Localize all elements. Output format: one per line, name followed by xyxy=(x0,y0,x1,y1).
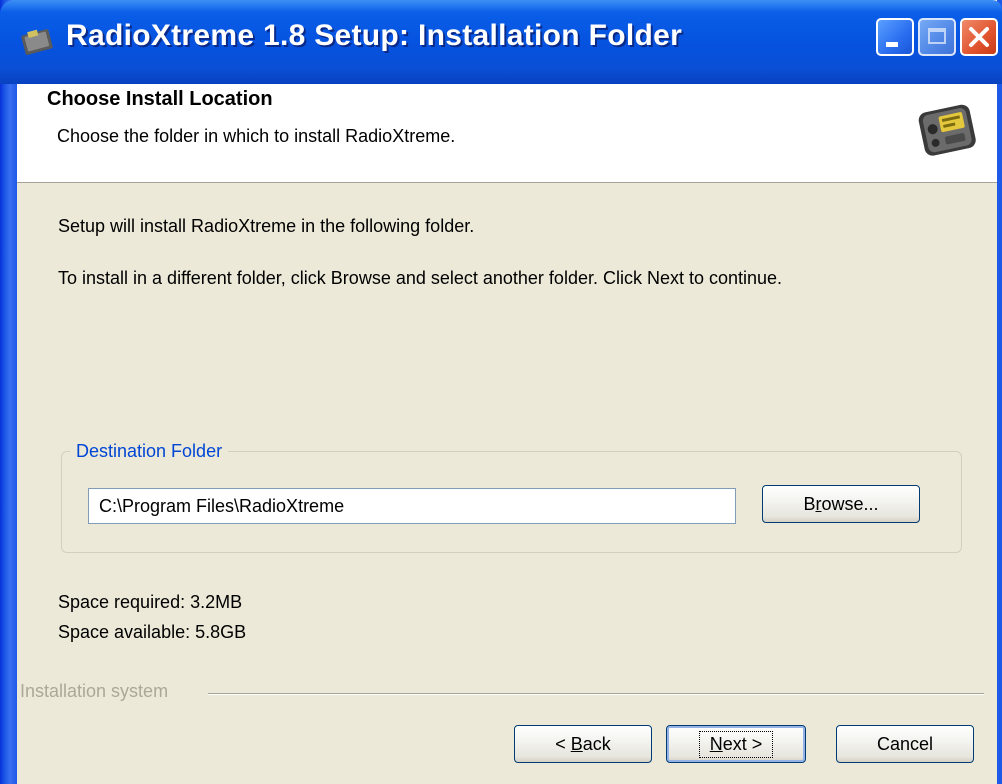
back-button[interactable]: < Back xyxy=(514,725,652,763)
destination-folder-label: Destination Folder xyxy=(70,441,229,462)
installation-system-label: Installation system xyxy=(20,681,169,701)
window-frame-left xyxy=(0,0,17,784)
cancel-label: Cancel xyxy=(876,733,934,754)
window-title: RadioXtreme 1.8 Setup: Installation Fold… xyxy=(66,19,683,52)
browse-button[interactable]: Br owse... xyxy=(762,485,920,523)
next-label-mnemonic: N xyxy=(709,733,723,754)
minimize-button[interactable] xyxy=(876,18,914,56)
next-button[interactable]: Next > xyxy=(666,725,806,763)
radio-device-icon xyxy=(918,104,976,156)
header-banner: Choose Install Location Choose the folde… xyxy=(17,84,997,183)
page-subtitle: Choose the folder in which to install Ra… xyxy=(57,126,456,146)
intro-text: Setup will install RadioXtreme in the fo… xyxy=(58,216,475,236)
back-label-prefix: < xyxy=(555,733,571,754)
window-frame-right xyxy=(997,0,1002,784)
space-available-text: Space available: 5.8GB xyxy=(58,622,247,642)
minimize-icon xyxy=(886,42,898,47)
title-bar[interactable]: RadioXtreme 1.8 Setup: Installation Fold… xyxy=(0,0,1002,84)
maximize-icon xyxy=(928,28,946,44)
instructions-text: To install in a different folder, click … xyxy=(58,268,783,288)
space-required-text: Space required: 3.2MB xyxy=(58,592,243,612)
maximize-button xyxy=(918,18,956,56)
close-button[interactable] xyxy=(960,18,998,56)
footer-divider xyxy=(208,693,984,695)
setup-window: RadioXtreme 1.8 Setup: Installation Fold… xyxy=(0,0,1002,784)
next-focus-rect: Next > xyxy=(698,730,774,758)
back-label-suffix: ack xyxy=(582,733,611,754)
page-title: Choose Install Location xyxy=(47,88,273,110)
close-icon xyxy=(969,27,989,47)
back-label-mnemonic: B xyxy=(570,733,583,754)
next-label-suffix: ext > xyxy=(722,733,763,754)
destination-path-input[interactable] xyxy=(88,488,736,524)
cancel-button[interactable]: Cancel xyxy=(836,725,974,763)
browse-label-prefix: B xyxy=(803,493,816,514)
browse-label-suffix: owse... xyxy=(821,493,879,514)
installer-icon xyxy=(21,29,53,55)
